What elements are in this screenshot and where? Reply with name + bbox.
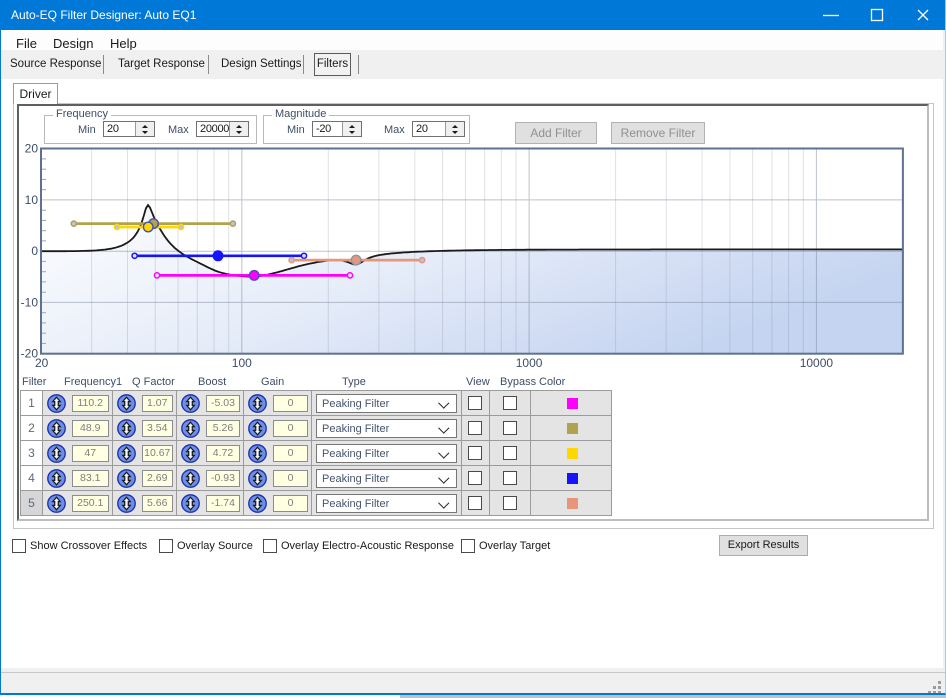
svg-text:20: 20	[25, 142, 39, 156]
svg-text:10000: 10000	[800, 356, 834, 370]
svg-text:10: 10	[25, 193, 39, 207]
svg-text:1000: 1000	[516, 356, 543, 370]
svg-text:100: 100	[232, 356, 252, 370]
svg-text:0: 0	[31, 244, 38, 258]
svg-text:20: 20	[35, 356, 49, 370]
svg-text:-10: -10	[21, 295, 39, 309]
